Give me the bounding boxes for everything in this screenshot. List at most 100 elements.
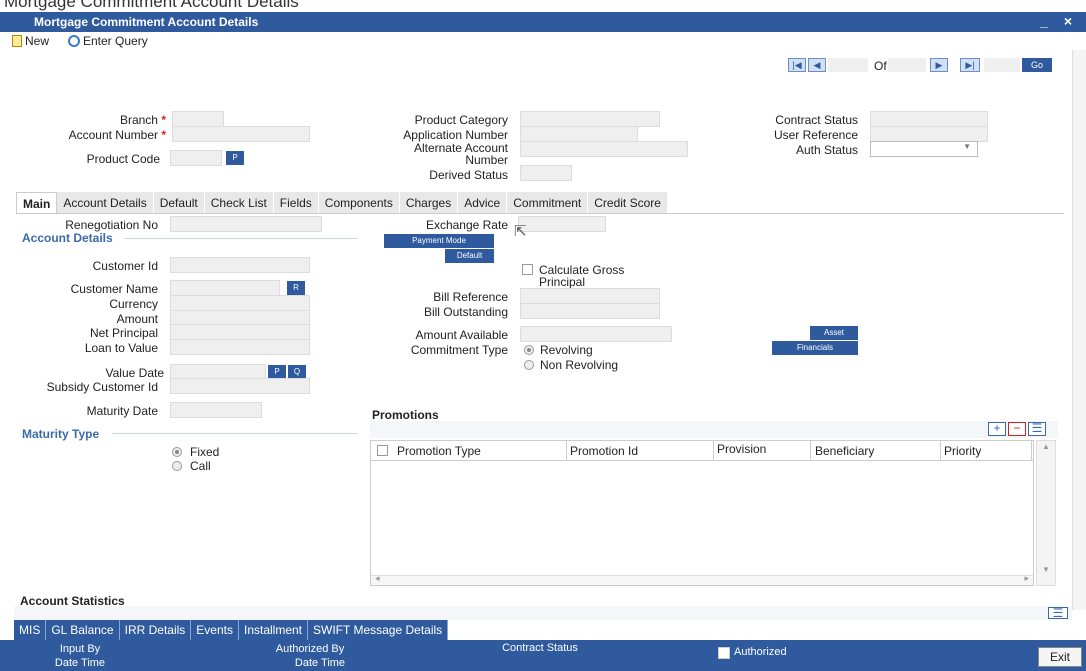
add-row-icon[interactable]: + <box>988 422 1006 436</box>
non-revolving-radio[interactable] <box>524 360 534 370</box>
exchange-rate-field[interactable] <box>518 216 606 232</box>
maturity-date-label: Maturity Date <box>86 404 158 418</box>
subsidy-customer-id-label: Subsidy Customer Id <box>46 380 158 394</box>
tab-installment[interactable]: Installment <box>239 620 309 640</box>
exit-button[interactable]: Exit <box>1038 647 1082 667</box>
tab-check-list[interactable]: Check List <box>205 192 274 214</box>
new-button[interactable]: New <box>12 34 49 48</box>
fixed-label: Fixed <box>190 445 220 459</box>
currency-field[interactable] <box>170 295 310 311</box>
branch-field[interactable] <box>172 111 224 127</box>
exchange-rate-label: Exchange Rate <box>425 218 508 232</box>
tab-commitment[interactable]: Commitment <box>507 192 589 214</box>
tab-mis[interactable]: MIS <box>14 620 47 640</box>
promotions-toolbar <box>370 421 1058 438</box>
account-statistics-bar <box>14 606 1072 620</box>
renegotiation-no-field[interactable] <box>170 216 322 232</box>
tab-components[interactable]: Components <box>319 192 400 214</box>
customer-id-field[interactable] <box>170 257 310 273</box>
account-number-field[interactable] <box>172 126 310 142</box>
value-date-query-button[interactable]: Q <box>288 365 306 379</box>
enter-query-button[interactable]: Enter Query <box>68 34 148 48</box>
tab-fields[interactable]: Fields <box>274 192 319 214</box>
application-number-label: Application Number <box>403 128 508 142</box>
prev-record-button[interactable]: ◀ <box>808 58 826 72</box>
column-header-provision[interactable]: Provision <box>717 442 766 456</box>
financials-button[interactable]: Financials <box>772 341 858 355</box>
calculate-gross-principal-checkbox[interactable] <box>522 264 533 275</box>
scroll-left-icon[interactable]: ◂ <box>375 573 380 584</box>
tab-gl-balance[interactable]: GL Balance <box>46 620 120 640</box>
last-record-button[interactable]: ▶| <box>960 58 980 72</box>
delete-row-icon[interactable]: − <box>1008 422 1026 436</box>
tab-account-details[interactable]: Account Details <box>57 192 154 214</box>
record-jump-field[interactable] <box>984 58 1020 72</box>
asset-button[interactable]: Asset <box>810 326 858 340</box>
net-principal-field[interactable] <box>170 324 310 340</box>
alternate-account-number-field[interactable] <box>520 141 688 157</box>
tab-main[interactable]: Main <box>16 192 58 214</box>
input-by-label: Input By <box>59 643 101 655</box>
customer-id-label: Customer Id <box>92 259 158 273</box>
column-header-promotion-type[interactable]: Promotion Type <box>397 444 481 458</box>
column-header-priority[interactable]: Priority <box>944 444 981 458</box>
product-code-lookup-button[interactable]: P <box>226 151 244 165</box>
scroll-down-icon[interactable]: ▼ <box>1042 565 1050 574</box>
column-separator <box>940 441 941 461</box>
single-view-icon[interactable]: ☰ <box>1028 422 1046 436</box>
title-bar: Mortgage Commitment Account Details _ × <box>0 12 1086 32</box>
tab-swift-message-details[interactable]: SWIFT Message Details <box>308 620 449 640</box>
authorized-checkbox[interactable] <box>718 647 730 659</box>
tab-charges[interactable]: Charges <box>400 192 459 214</box>
default-button[interactable]: Default <box>445 249 494 263</box>
application-number-field[interactable] <box>520 126 638 142</box>
promotions-grid: Promotion Type Promotion Id Provision Be… <box>370 440 1034 586</box>
vertical-scrollbar[interactable] <box>1072 50 1086 610</box>
fixed-radio[interactable] <box>172 447 182 457</box>
current-record-field[interactable] <box>828 58 868 72</box>
tab-divider <box>16 213 1064 214</box>
maturity-date-field[interactable] <box>170 402 262 418</box>
calculate-gross-label-line2: Principal <box>539 275 586 289</box>
customer-name-field[interactable] <box>170 280 280 296</box>
revolving-radio[interactable] <box>524 345 534 355</box>
subsidy-customer-id-field[interactable] <box>170 378 310 394</box>
scroll-right-icon[interactable]: ▸ <box>1024 573 1029 584</box>
next-record-button[interactable]: ▶ <box>930 58 948 72</box>
input-date-time-label: Date Time <box>54 657 106 669</box>
tab-events[interactable]: Events <box>191 620 239 640</box>
net-principal-label: Net Principal <box>89 326 158 340</box>
top-strip: Mortgage Commitment Account Details <box>0 0 1086 12</box>
statistics-view-icon[interactable]: ☰ <box>1048 607 1068 619</box>
go-button[interactable]: Go <box>1022 58 1052 72</box>
column-header-promotion-id[interactable]: Promotion Id <box>570 444 638 458</box>
value-date-picker-button[interactable]: P <box>268 365 286 379</box>
loan-to-value-field[interactable] <box>170 339 310 355</box>
first-record-button[interactable]: |◀ <box>788 58 806 72</box>
non-revolving-label: Non Revolving <box>540 358 619 372</box>
payment-mode-button[interactable]: Payment Mode <box>384 234 494 248</box>
auth-status-select[interactable]: ▼ <box>870 141 978 157</box>
call-radio[interactable] <box>172 461 182 471</box>
amount-label: Amount <box>116 312 158 326</box>
scroll-up-icon[interactable]: ▲ <box>1042 442 1050 451</box>
tab-irr-details[interactable]: IRR Details <box>120 620 192 640</box>
tab-default[interactable]: Default <box>154 192 205 214</box>
grid-vertical-scrollbar[interactable]: ▲ ▼ <box>1036 440 1056 586</box>
product-code-field[interactable] <box>170 150 222 166</box>
column-header-beneficiary[interactable]: Beneficiary <box>815 444 874 458</box>
of-label: Of <box>874 59 887 73</box>
tab-credit-score[interactable]: Credit Score <box>588 192 668 214</box>
account-details-divider <box>124 238 358 239</box>
window-controls[interactable]: _ × <box>1040 13 1078 29</box>
contract-status-label: Contract Status <box>775 113 858 127</box>
tab-advice[interactable]: Advice <box>458 192 508 214</box>
value-date-label: Value Date <box>105 366 164 380</box>
contract-status-field <box>870 111 988 127</box>
grid-horizontal-scrollbar[interactable]: ◂ ▸ <box>371 573 1033 585</box>
column-separator <box>810 441 811 461</box>
bill-reference-field[interactable] <box>520 288 660 304</box>
customer-lookup-button[interactable]: R <box>287 281 305 295</box>
authorized-date-time-label: Date Time <box>294 657 346 669</box>
select-all-checkbox[interactable] <box>377 445 388 456</box>
